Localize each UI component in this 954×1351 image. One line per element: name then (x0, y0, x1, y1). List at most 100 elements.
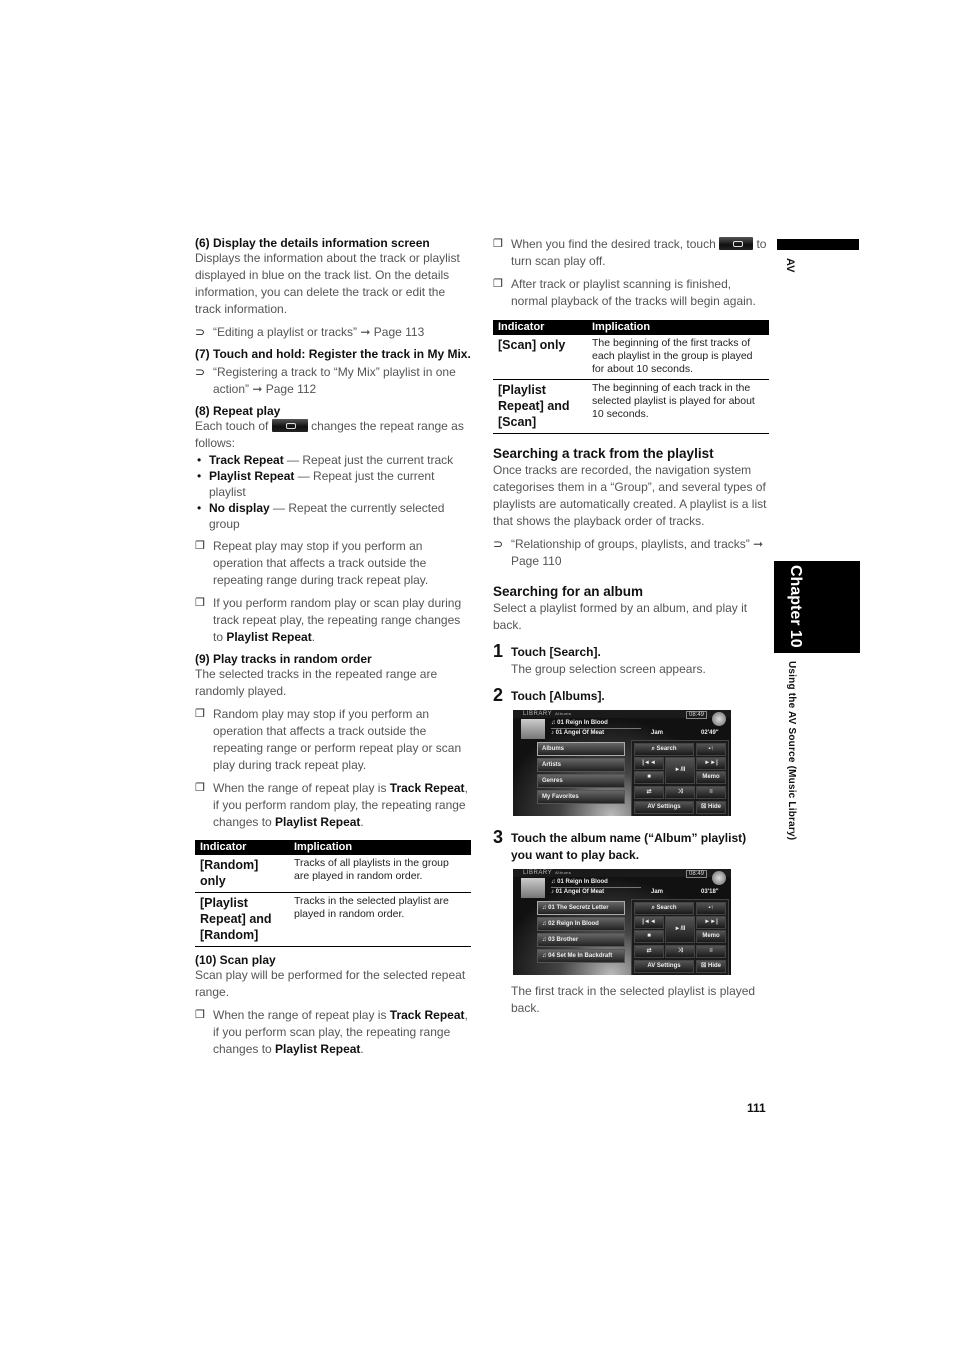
hide-button[interactable]: ☒ Hide (696, 801, 726, 814)
av-settings-button[interactable]: AV Settings (634, 801, 694, 814)
list-item-artists[interactable]: Artists (537, 758, 625, 772)
scan-icon (719, 237, 754, 250)
now-playing-playlist: ♫ 01 Reign In Blood (551, 878, 641, 888)
search-button[interactable]: ⌕ Search (634, 902, 694, 915)
table-row: [Playlist Repeat] and [Random] Tracks in … (195, 892, 471, 947)
list-item: No display — Repeat the currently select… (195, 500, 471, 532)
album-art (521, 719, 545, 739)
table-header: Indicator (195, 840, 289, 855)
reference-arrow-icon: ⊃ (493, 537, 504, 551)
next-button[interactable]: ►►| (696, 757, 726, 770)
search-album-body: Select a playlist formed by an album, an… (493, 601, 748, 632)
hide-button[interactable]: ☒ Hide (696, 960, 726, 973)
search-track-body: Once tracks are recorded, the navigation… (493, 463, 767, 528)
repeat-button[interactable]: ⇄ (634, 786, 664, 799)
stop-button[interactable]: ■ (634, 771, 664, 784)
play-pause-button[interactable]: ►/II (665, 916, 695, 943)
random-indicator-table: Indicator Implication [Random] only Tracks… (195, 840, 471, 947)
now-playing-track: ♪ 01 Angel Of Meat Jam 02'49" (551, 730, 719, 736)
repeat-range-list: Track Repeat — Repeat just the current t… (195, 452, 471, 532)
random-body: The selected tracks in the repeated rang… (195, 667, 438, 698)
section-heading-search-album: Searching for an album (493, 584, 644, 599)
checkbox-bullet-icon: ❐ (195, 597, 205, 609)
stop-button[interactable]: ■ (634, 930, 664, 943)
memo-button[interactable]: Memo (696, 771, 726, 784)
list-item-album[interactable]: ♫ 01 The Secretz Letter (537, 901, 625, 915)
repeat-button[interactable]: ⇄ (634, 945, 664, 958)
checkbox-bullet-icon: ❐ (493, 238, 503, 250)
control-panel: ⌕ Search ▪↑ |◄◄ ►/II ►►| ■ Memo ⇄ ⤨ ≡ AV… (631, 899, 729, 975)
list-item-genres[interactable]: Genres (537, 774, 625, 788)
list-item: Playlist Repeat — Repeat just the curren… (195, 468, 471, 500)
scan-button[interactable]: ≡ (696, 945, 726, 958)
checkbox-bullet-icon: ❐ (195, 1009, 205, 1021)
section-heading-scan: (10) Scan play (195, 953, 276, 967)
clock: 08:49 (685, 870, 707, 878)
note: ❐ When the range of repeat play is Track … (195, 781, 468, 829)
table-header: Indicator (493, 320, 587, 335)
album-art (521, 878, 545, 898)
right-column: ❐ When you find the desired track, touch … (493, 236, 769, 1017)
section-heading-repeat: (8) Repeat play (195, 404, 281, 418)
note: ❐ Repeat play may stop if you perform an … (195, 539, 429, 587)
cross-reference[interactable]: ⊃ “Editing a playlist or tracks” ➞ Page 1… (195, 324, 471, 341)
scan-button[interactable]: ≡ (696, 786, 726, 799)
section-tab-bar (777, 239, 859, 250)
checkbox-bullet-icon: ❐ (493, 278, 503, 290)
table-header: Implication (289, 840, 471, 855)
note: ❐ Random play may stop if you perform an … (195, 707, 462, 772)
details-body: Displays the information about the track… (195, 251, 460, 316)
section-heading-details: (6) Display the details information scre… (195, 236, 430, 250)
scan-body: Scan play will be performed for the sele… (195, 968, 466, 999)
random-button[interactable]: ⤨ (665, 786, 695, 799)
up-button[interactable]: ▪↑ (696, 743, 726, 756)
section-heading-search-track: Searching a track from the playlist (493, 446, 714, 461)
repeat-icon (271, 419, 308, 432)
now-playing-playlist: ♫ 01 Reign In Blood (551, 719, 641, 729)
note: ❐ If you perform random play or scan play… (195, 596, 462, 644)
table-row: [Random] only Tracks of all playlists in … (195, 855, 471, 893)
now-playing-track: ♪ 01 Angel Of Meat Jam 03'18" (551, 889, 719, 895)
cross-reference[interactable]: ⊃ “Registering a track to “My Mix” playli… (195, 364, 471, 398)
page-number: 111 (747, 1101, 766, 1115)
prev-button[interactable]: |◄◄ (634, 757, 664, 770)
checkbox-bullet-icon: ❐ (195, 782, 205, 794)
library-screen-album-playlist: LIBRARY Albums 08:49 ♫ 01 Reign In Blood … (513, 869, 731, 975)
section-label: AV (784, 258, 796, 273)
av-settings-button[interactable]: AV Settings (634, 960, 694, 973)
table-row: [Playlist Repeat] and [Scan] The beginnin… (493, 379, 769, 434)
list-item-album[interactable]: ♫ 02 Reign In Blood (537, 917, 625, 931)
list-item-album[interactable]: ♫ 03 Brother (537, 933, 625, 947)
scan-indicator-table: Indicator Implication [Scan] only The begi… (493, 320, 769, 434)
list-item-albums[interactable]: Albums (537, 742, 625, 756)
prev-button[interactable]: |◄◄ (634, 916, 664, 929)
disc-icon (712, 871, 726, 885)
library-title: LIBRARY Albums (523, 870, 572, 876)
table-header: Implication (587, 320, 769, 335)
checkbox-bullet-icon: ❐ (195, 708, 205, 720)
library-screen-albums: LIBRARY Albums 08:49 ♫ 01 Reign In Blood … (513, 710, 731, 816)
next-button[interactable]: ►►| (696, 916, 726, 929)
section-heading-mymix: (7) Touch and hold: Register the track i… (195, 347, 471, 361)
note: ❐ When the range of repeat play is Track … (195, 1008, 468, 1056)
left-column: (6) Display the details information scre… (195, 236, 471, 1058)
memo-button[interactable]: Memo (696, 930, 726, 943)
search-button[interactable]: ⌕ Search (634, 743, 694, 756)
list-item-album[interactable]: ♫ 04 Set Me In Backdraft (537, 949, 625, 963)
cross-reference[interactable]: ⊃ “Relationship of groups, playlists, and… (493, 536, 769, 570)
reference-arrow-icon: ⊃ (195, 365, 206, 379)
random-button[interactable]: ⤨ (665, 945, 695, 958)
reference-arrow-icon: ⊃ (195, 325, 206, 339)
list-item-favorites[interactable]: My Favorites (537, 790, 625, 804)
library-title: LIBRARY Albums (523, 711, 572, 717)
list-item: Track Repeat — Repeat just the current t… (195, 452, 471, 468)
table-row: [Scan] only The beginning of the first tr… (493, 335, 769, 380)
note: ❐ After track or playlist scanning is fin… (493, 277, 756, 308)
section-heading-random: (9) Play tracks in random order (195, 652, 372, 666)
chapter-title: Using the AV Source (Music Library) (786, 661, 797, 841)
checkbox-bullet-icon: ❐ (195, 540, 205, 552)
up-button[interactable]: ▪↑ (696, 902, 726, 915)
play-pause-button[interactable]: ►/II (665, 757, 695, 784)
note: ❐ When you find the desired track, touch … (493, 237, 767, 268)
step-2: 2 Touch [Albums]. (493, 685, 605, 705)
